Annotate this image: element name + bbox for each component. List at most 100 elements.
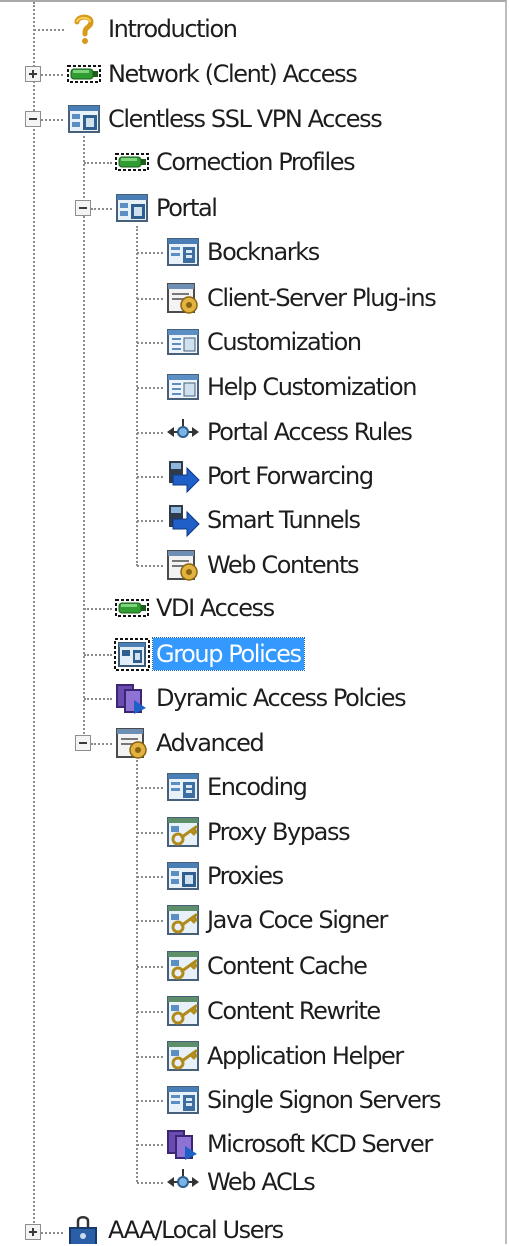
tree-item-label: Customization: [207, 328, 362, 356]
key-panel-icon: [165, 993, 201, 1029]
tree-item-label: Microsoft KCD Server: [207, 1130, 433, 1158]
forward-arrow-icon: [165, 502, 201, 538]
tree-item-label: Java Coce Signer: [207, 906, 388, 934]
bookmark-panel-icon: [165, 234, 201, 270]
tree-item-label: Group Polices: [152, 637, 305, 671]
bookmark-panel-icon: [165, 1082, 201, 1118]
tree-item-label: Cornection Profiles: [156, 148, 356, 176]
tree-guide-line: [137, 787, 163, 789]
tree-item-label: Bocknarks: [207, 238, 320, 266]
tree-guide-line: [137, 966, 163, 968]
tree-item-label: Help Customization: [207, 373, 417, 401]
tree-item-label: Proxies: [207, 862, 284, 890]
tree-guide-line: [137, 342, 163, 344]
tree-item-vdi-access[interactable]: VDI Access: [114, 588, 277, 628]
tree-guide-line: [137, 387, 163, 389]
tree-guide-line: [137, 298, 163, 300]
tree-item-label: Port Forwarcing: [207, 462, 374, 490]
tree-guide-line: [137, 476, 163, 478]
tree-item-group-policies[interactable]: Group Polices: [114, 634, 305, 674]
tree-guide-line: [136, 760, 138, 1182]
tree-item-encoding[interactable]: Encoding: [165, 767, 309, 807]
tree-item-portal[interactable]: Portal: [114, 188, 220, 228]
tree-item-web-acls[interactable]: Web ACLs: [165, 1162, 317, 1202]
tree-item-label: Advanced: [156, 729, 265, 757]
dynamic-policy-icon: [114, 680, 150, 716]
config-panel-icon: [114, 190, 150, 226]
tree-guide-line: [34, 29, 64, 31]
collapse-advanced-toggle[interactable]: [75, 735, 91, 751]
tree-item-label: Client-Server Plug-ins: [207, 284, 437, 312]
tree-guide-line: [137, 252, 163, 254]
tree-guide-line: [41, 1232, 63, 1234]
tree-item-clientless-ssl-vpn-access[interactable]: Clentless SSL VPN Access: [66, 99, 384, 139]
tree-item-port-forwarding[interactable]: Port Forwarcing: [165, 456, 376, 496]
tree-item-advanced[interactable]: Advanced: [114, 723, 266, 763]
tree-item-portal-access-rules[interactable]: Portal Access Rules: [165, 412, 415, 452]
tree-guide-line: [137, 920, 163, 922]
user-lock-icon: [66, 1212, 102, 1244]
config-panel-icon: [66, 101, 102, 137]
group-policy-icon: [114, 636, 150, 672]
forward-arrow-icon: [165, 458, 201, 494]
window-icon: [165, 369, 201, 405]
tree-item-application-helper[interactable]: Application Helper: [165, 1036, 406, 1076]
bookmark-panel-icon: [165, 769, 201, 805]
key-panel-icon: [165, 1038, 201, 1074]
tree-item-label: AAA/Local Users: [108, 1216, 284, 1244]
tree-item-content-cache[interactable]: Content Cache: [165, 946, 370, 986]
tree-item-label: Web Contents: [207, 551, 360, 579]
tree-item-introduction[interactable]: Introduction: [66, 9, 240, 49]
rule-arrows-icon: [165, 414, 201, 450]
tree-item-microsoft-kcd-server[interactable]: Microsoft KCD Server: [165, 1124, 435, 1164]
tree-item-network-client-access[interactable]: Network (Clent) Access: [66, 54, 359, 94]
rule-arrows-icon: [165, 1164, 201, 1200]
tree-guide-line: [91, 208, 112, 210]
tree-item-smart-tunnels[interactable]: Smart Tunnels: [165, 500, 363, 540]
tree-guide-line: [84, 654, 112, 656]
tree-item-label: Portal Access Rules: [207, 418, 413, 446]
plugin-icon: [165, 280, 201, 316]
adapter-icon: [114, 144, 150, 180]
tree-item-single-signon-servers[interactable]: Single Signon Servers: [165, 1080, 443, 1120]
tree-item-dynamic-access-policies[interactable]: Dyramic Access Polcies: [114, 678, 408, 718]
tree-guide-line: [137, 1182, 163, 1184]
tree-guide-line: [137, 876, 163, 878]
tree-item-proxy-bypass[interactable]: Proxy Bypass: [165, 812, 352, 852]
tree-item-client-server-plugins[interactable]: Client-Server Plug-ins: [165, 278, 438, 318]
tree-item-proxies[interactable]: Proxies: [165, 856, 286, 896]
tree-item-java-code-signer[interactable]: Java Coce Signer: [165, 900, 390, 940]
tree-guide-line: [137, 520, 163, 522]
tree-item-aaa-local-users[interactable]: AAA/Local Users: [66, 1210, 286, 1244]
key-panel-icon: [165, 902, 201, 938]
tree-item-web-contents[interactable]: Web Contents: [165, 545, 361, 585]
tree-item-label: Content Rewrite: [207, 997, 381, 1025]
tree-item-label: Dyramic Access Polcies: [156, 684, 407, 712]
expand-network-client-access-toggle[interactable]: [25, 66, 41, 82]
tree-item-help-customization[interactable]: Help Customization: [165, 367, 419, 407]
tree-guide-line: [137, 832, 163, 834]
tree-guide-line: [91, 743, 112, 745]
tree-item-label: VDI Access: [156, 594, 275, 622]
tree-item-bookmarks[interactable]: Bocknarks: [165, 232, 322, 272]
tree-item-connection-profiles[interactable]: Cornection Profiles: [114, 142, 357, 182]
tree-guide-line: [137, 1011, 163, 1013]
tree-item-customization[interactable]: Customization: [165, 322, 364, 362]
tree-guide-line: [137, 1100, 163, 1102]
expand-aaa-local-users-toggle[interactable]: [25, 1224, 41, 1240]
tree-item-label: Clentless SSL VPN Access: [108, 105, 383, 133]
dynamic-policy-icon: [165, 1126, 201, 1162]
config-panel-icon: [165, 858, 201, 894]
tree-item-label: Portal: [156, 194, 218, 222]
tree-guide-line: [137, 432, 163, 434]
collapse-clientless-ssl-vpn-toggle[interactable]: [25, 111, 41, 127]
plugin-icon: [114, 725, 150, 761]
tree-item-label: Introduction: [108, 15, 238, 43]
tree-guide-line: [41, 119, 63, 121]
window-icon: [165, 324, 201, 360]
collapse-portal-toggle[interactable]: [75, 200, 91, 216]
key-panel-icon: [165, 948, 201, 984]
tree-item-content-rewrite[interactable]: Content Rewrite: [165, 991, 383, 1031]
tree-item-label: Content Cache: [207, 952, 368, 980]
tree-guide-line: [84, 162, 112, 164]
